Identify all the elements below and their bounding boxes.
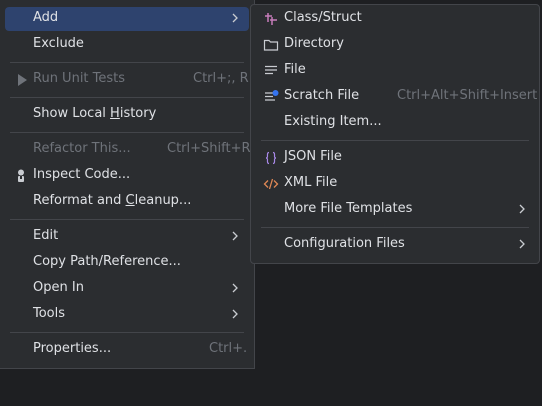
- menu-item-label: Refactor This...: [33, 141, 131, 156]
- folder-icon: [263, 39, 279, 51]
- menu-item-label: Edit: [33, 228, 59, 243]
- separator: [10, 97, 244, 98]
- menu-item-edit[interactable]: Edit: [5, 225, 249, 249]
- shortcut-label: Ctrl+;, R: [193, 71, 249, 86]
- menu-item-properties[interactable]: Properties... Ctrl+.: [5, 338, 249, 362]
- shortcut-label: Ctrl+Shift+R: [167, 141, 251, 156]
- submenu-item-file[interactable]: File: [256, 59, 534, 83]
- menu-item-refactor-this[interactable]: Refactor This... Ctrl+Shift+R: [5, 138, 251, 162]
- menu-item-label: Exclude: [33, 36, 84, 51]
- submenu-item-label: XML File: [284, 175, 338, 190]
- submenu-item-label: Existing Item...: [284, 114, 382, 129]
- chevron-right-icon: [232, 13, 238, 23]
- submenu-item-label: Scratch File: [284, 88, 360, 103]
- menu-item-label: Reformat and Cleanup...: [33, 193, 192, 208]
- json-file-icon: [265, 151, 277, 165]
- class-struct-icon: [265, 13, 277, 25]
- file-icon: [265, 65, 277, 75]
- menu-item-label: Tools: [33, 306, 66, 321]
- scratch-file-icon: [265, 90, 279, 101]
- submenu-item-label: More File Templates: [284, 201, 413, 216]
- separator: [10, 62, 244, 63]
- run-icon: [18, 74, 27, 86]
- submenu-item-class-struct[interactable]: Class/Struct: [256, 7, 534, 31]
- submenu-item-xml-file[interactable]: XML File: [256, 172, 534, 196]
- submenu-item-json-file[interactable]: JSON File: [256, 146, 534, 170]
- submenu-item-scratch-file[interactable]: Scratch File Ctrl+Alt+Shift+Insert: [256, 85, 538, 109]
- submenu-item-label: Class/Struct: [284, 10, 362, 25]
- menu-item-inspect-code[interactable]: Inspect Code...: [5, 164, 249, 188]
- submenu-item-configuration-files[interactable]: Configuration Files: [256, 233, 534, 257]
- shortcut-label: Ctrl+.: [209, 341, 248, 356]
- menu-item-label: Copy Path/Reference...: [33, 254, 181, 269]
- menu-item-label: Run Unit Tests: [33, 71, 126, 86]
- separator: [261, 227, 529, 228]
- menu-item-open-in[interactable]: Open In: [5, 277, 249, 301]
- submenu-item-label: Directory: [284, 36, 344, 51]
- menu-item-label: Show Local History: [33, 106, 157, 121]
- submenu-item-more-file-templates[interactable]: More File Templates: [256, 198, 534, 222]
- separator: [10, 132, 244, 133]
- xml-file-icon: [263, 178, 279, 190]
- add-submenu: Class/Struct Directory File Scratch File…: [250, 4, 540, 264]
- submenu-item-label: JSON File: [284, 149, 342, 164]
- chevron-right-icon: [519, 239, 525, 249]
- chevron-right-icon: [519, 204, 525, 214]
- menu-item-add[interactable]: Add: [5, 7, 249, 31]
- chevron-right-icon: [232, 309, 238, 319]
- shortcut-label: Ctrl+Alt+Shift+Insert: [397, 88, 538, 103]
- submenu-item-label: File: [284, 62, 306, 77]
- menu-item-tools[interactable]: Tools: [5, 303, 249, 327]
- submenu-item-directory[interactable]: Directory: [256, 33, 534, 57]
- menu-item-label: Open In: [33, 280, 84, 295]
- separator: [10, 332, 244, 333]
- separator: [261, 140, 529, 141]
- chevron-right-icon: [232, 231, 238, 241]
- menu-item-run-unit-tests[interactable]: Run Unit Tests Ctrl+;, R: [5, 68, 249, 92]
- menu-item-label: Properties...: [33, 341, 112, 356]
- chevron-right-icon: [232, 283, 238, 293]
- menu-item-label: Inspect Code...: [33, 167, 131, 182]
- submenu-item-label: Configuration Files: [284, 236, 405, 251]
- menu-item-show-local-history[interactable]: Show Local History: [5, 103, 249, 127]
- context-menu: Add Exclude Run Unit Tests Ctrl+;, R Sho…: [0, 0, 255, 369]
- menu-item-label: Add: [33, 10, 59, 25]
- menu-item-copy-path-reference[interactable]: Copy Path/Reference...: [5, 251, 249, 275]
- menu-item-exclude[interactable]: Exclude: [5, 33, 249, 57]
- menu-item-reformat-and-cleanup[interactable]: Reformat and Cleanup...: [5, 190, 249, 214]
- submenu-item-existing-item[interactable]: Existing Item...: [256, 111, 534, 135]
- inspect-icon: [18, 169, 24, 182]
- separator: [10, 219, 244, 220]
